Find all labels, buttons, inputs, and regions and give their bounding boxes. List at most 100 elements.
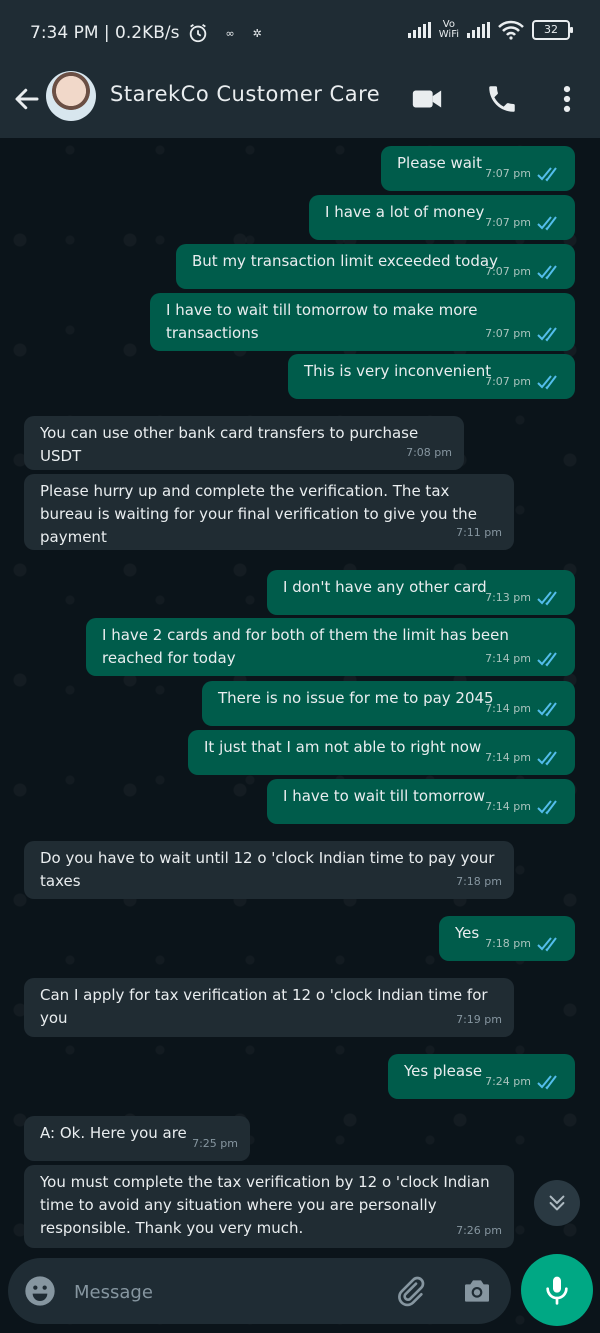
message-bubble[interactable]: But my transaction limit exceeded today … xyxy=(176,244,575,289)
message-time: 7:07 pm xyxy=(485,327,531,340)
message-input[interactable] xyxy=(72,1276,376,1308)
status-right: Vo WiFi 32 xyxy=(407,19,573,40)
message-time: 7:07 pm xyxy=(485,375,531,388)
status-left: 7:34 PM | 0.2KB/s ∞ ✲ xyxy=(30,22,262,44)
battery-icon: 32 xyxy=(532,20,573,40)
message-bubble[interactable]: Please hurry up and complete the verific… xyxy=(24,474,514,550)
status-time: 7:34 PM | 0.2KB/s xyxy=(30,23,180,43)
message-bubble[interactable]: I have 2 cards and for both of them the … xyxy=(86,618,575,676)
message-meta: 7:14 pm xyxy=(485,795,563,818)
cell-signal-2-icon xyxy=(467,22,490,38)
voice-record-button[interactable] xyxy=(521,1254,593,1326)
double-check-icon xyxy=(537,936,557,952)
message-meta: 7:18 pm xyxy=(485,932,563,955)
message-meta: 7:07 pm xyxy=(485,162,563,185)
microphone-icon xyxy=(546,1276,568,1305)
message-time: 7:25 pm xyxy=(192,1137,238,1150)
double-check-icon xyxy=(537,264,557,280)
scroll-to-bottom-button[interactable] xyxy=(534,1180,580,1226)
vowifi-label: Vo WiFi xyxy=(438,19,459,40)
message-bubble[interactable]: You can use other bank card transfers to… xyxy=(24,416,464,470)
message-meta: 7:25 pm xyxy=(192,1132,238,1155)
message-meta: 7:14 pm xyxy=(485,697,563,720)
message-bubble[interactable]: Do you have to wait until 12 o 'clock In… xyxy=(24,841,514,899)
message-time: 7:11 pm xyxy=(456,526,502,539)
video-camera-icon[interactable] xyxy=(410,82,444,116)
message-bubble[interactable]: I have to wait till tomorrow 7:14 pm xyxy=(267,779,575,824)
message-time: 7:14 pm xyxy=(485,800,531,813)
double-check-icon xyxy=(537,701,557,717)
message-text: You must complete the tax verification b… xyxy=(40,1173,490,1237)
message-time: 7:08 pm xyxy=(406,446,452,459)
message-composer xyxy=(8,1258,511,1324)
message-time: 7:18 pm xyxy=(456,875,502,888)
message-text: Do you have to wait until 12 o 'clock In… xyxy=(40,849,495,890)
alarm-icon xyxy=(190,23,207,43)
message-bubble[interactable]: Can I apply for tax verification at 12 o… xyxy=(24,978,514,1037)
status-bar: 7:34 PM | 0.2KB/s ∞ ✲ Vo WiFi 32 xyxy=(0,0,600,66)
message-list[interactable]: Please wait 7:07 pm I have a lot of mone… xyxy=(0,138,600,1253)
message-bubble[interactable]: This is very inconvenient 7:07 pm xyxy=(288,354,575,399)
message-meta: 7:14 pm xyxy=(485,746,563,769)
message-time: 7:13 pm xyxy=(485,591,531,604)
message-meta: 7:07 pm xyxy=(485,260,563,283)
message-meta: 7:11 pm xyxy=(456,521,502,544)
message-bubble[interactable]: A: Ok. Here you are 7:25 pm xyxy=(24,1116,250,1161)
message-time: 7:14 pm xyxy=(485,652,531,665)
message-bubble[interactable]: I have to wait till tomorrow to make mor… xyxy=(150,293,575,351)
message-meta: 7:07 pm xyxy=(485,370,563,393)
message-time: 7:07 pm xyxy=(485,167,531,180)
double-check-icon xyxy=(537,374,557,390)
message-bubble[interactable]: Yes please 7:24 pm xyxy=(388,1054,575,1099)
message-bubble[interactable]: Yes 7:18 pm xyxy=(439,916,575,961)
message-bubble[interactable]: I have a lot of money 7:07 pm xyxy=(309,195,575,240)
double-check-icon xyxy=(537,326,557,342)
sync-icon: ✲ xyxy=(252,26,262,40)
contact-name[interactable]: StarekCo Customer Care xyxy=(110,82,380,106)
cell-signal-icon xyxy=(407,22,431,38)
message-time: 7:14 pm xyxy=(485,702,531,715)
phone-icon[interactable] xyxy=(485,82,519,116)
arrow-left-icon[interactable] xyxy=(12,84,42,114)
chat-header: StarekCo Customer Care xyxy=(0,66,600,138)
double-check-icon xyxy=(537,590,557,606)
message-meta: 7:13 pm xyxy=(485,586,563,609)
message-time: 7:19 pm xyxy=(456,1013,502,1026)
more-vertical-icon[interactable] xyxy=(550,82,584,116)
avatar[interactable] xyxy=(46,71,96,121)
message-meta: 7:14 pm xyxy=(485,647,563,670)
message-time: 7:26 pm xyxy=(456,1224,502,1237)
message-bubble[interactable]: It just that I am not able to right now … xyxy=(188,730,575,775)
message-text: Can I apply for tax verification at 12 o… xyxy=(40,986,488,1027)
message-time: 7:24 pm xyxy=(485,1075,531,1088)
message-meta: 7:07 pm xyxy=(485,211,563,234)
message-bubble[interactable]: Please wait 7:07 pm xyxy=(381,146,575,191)
message-bubble[interactable]: I don't have any other card 7:13 pm xyxy=(267,570,575,615)
message-text: Please hurry up and complete the verific… xyxy=(40,482,477,546)
message-meta: 7:24 pm xyxy=(485,1070,563,1093)
double-check-icon xyxy=(537,799,557,815)
camera-icon[interactable] xyxy=(460,1275,494,1307)
double-check-icon xyxy=(537,166,557,182)
message-meta: 7:26 pm xyxy=(456,1219,502,1242)
infinity-icon: ∞ xyxy=(225,26,235,40)
message-bubble[interactable]: There is no issue for me to pay 2045 7:1… xyxy=(202,681,575,726)
message-time: 7:14 pm xyxy=(485,751,531,764)
message-meta: 7:19 pm xyxy=(456,1008,502,1031)
wifi-icon xyxy=(498,20,524,40)
double-check-icon xyxy=(537,651,557,667)
message-meta: 7:18 pm xyxy=(456,870,502,893)
message-text: You can use other bank card transfers to… xyxy=(40,424,419,465)
double-check-icon xyxy=(537,1074,557,1090)
double-check-icon xyxy=(537,750,557,766)
emoji-icon[interactable] xyxy=(24,1275,56,1307)
message-time: 7:07 pm xyxy=(485,265,531,278)
message-meta: 7:08 pm xyxy=(406,441,452,464)
double-chevron-down-icon xyxy=(549,1195,565,1211)
message-time: 7:07 pm xyxy=(485,216,531,229)
message-time: 7:18 pm xyxy=(485,937,531,950)
double-check-icon xyxy=(537,215,557,231)
message-bubble[interactable]: You must complete the tax verification b… xyxy=(24,1165,514,1248)
message-meta: 7:07 pm xyxy=(485,322,563,345)
paperclip-icon[interactable] xyxy=(394,1275,426,1307)
